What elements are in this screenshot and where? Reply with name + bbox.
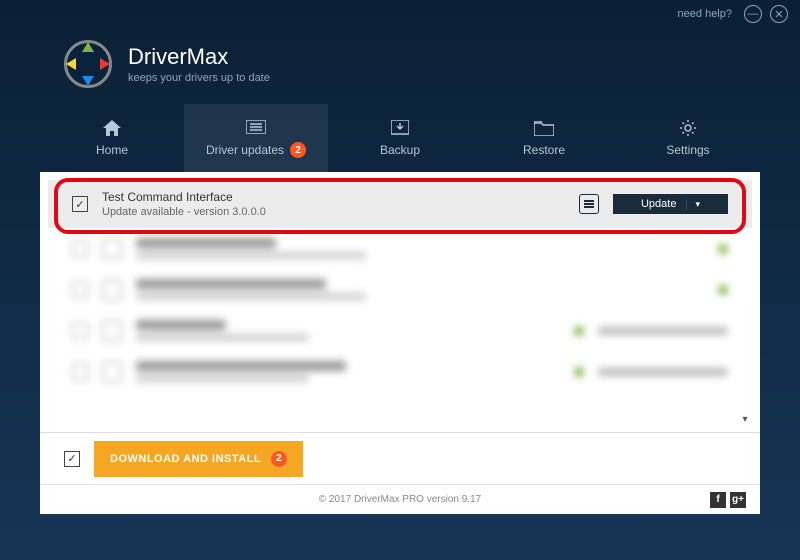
tab-label: Restore: [523, 143, 565, 157]
main-tabs: Home Driver updates 2 Backup Restore Set…: [0, 104, 800, 172]
app-title: DriverMax: [128, 44, 270, 70]
action-footer: ✓ DOWNLOAD AND INSTALL 2: [40, 432, 760, 484]
app-logo-icon: [64, 40, 112, 88]
tab-label: Backup: [380, 143, 420, 157]
tab-restore[interactable]: Restore: [472, 104, 616, 172]
driver-list: ✓ Test Command Interface Update availabl…: [48, 180, 752, 428]
details-icon[interactable]: [579, 194, 599, 214]
brand-header: DriverMax keeps your drivers up to date: [0, 28, 800, 104]
tab-backup[interactable]: Backup: [328, 104, 472, 172]
tab-driver-updates[interactable]: Driver updates 2: [184, 104, 328, 172]
chevron-down-icon[interactable]: ▾: [686, 199, 700, 210]
driver-row-blurred: [48, 310, 752, 351]
update-button-label: Update: [641, 198, 676, 210]
driver-status: Update available - version 3.0.0.0: [102, 206, 565, 218]
status-bar: © 2017 DriverMax PRO version 9.17 f g+: [40, 484, 760, 514]
minimize-button[interactable]: —: [744, 5, 762, 23]
tab-home[interactable]: Home: [40, 104, 184, 172]
tab-settings[interactable]: Settings: [616, 104, 760, 172]
copyright-text: © 2017 DriverMax PRO version 9.17: [319, 494, 481, 505]
driver-name: Test Command Interface: [102, 190, 565, 204]
facebook-icon[interactable]: f: [710, 492, 726, 508]
help-link[interactable]: need help?: [678, 8, 732, 20]
googleplus-icon[interactable]: g+: [730, 492, 746, 508]
driver-row-blurred: [48, 228, 752, 269]
gear-icon: [678, 119, 698, 137]
driver-row-blurred: [48, 269, 752, 310]
driver-row[interactable]: ✓ Test Command Interface Update availabl…: [48, 180, 752, 228]
close-button[interactable]: ✕: [770, 5, 788, 23]
download-label: DOWNLOAD AND INSTALL: [110, 453, 261, 465]
updates-badge: 2: [290, 142, 306, 158]
update-button[interactable]: Update ▾: [613, 194, 728, 214]
select-all-checkbox[interactable]: ✓: [64, 451, 80, 467]
app-tagline: keeps your drivers up to date: [128, 72, 270, 84]
folder-icon: [534, 119, 554, 137]
titlebar: need help? — ✕: [0, 0, 800, 28]
checkbox-icon[interactable]: ✓: [72, 196, 88, 212]
tab-label: Driver updates: [206, 143, 284, 157]
download-install-button[interactable]: DOWNLOAD AND INSTALL 2: [94, 441, 303, 477]
tab-label: Home: [96, 143, 128, 157]
tab-label: Settings: [666, 143, 709, 157]
driver-row-blurred: [48, 351, 752, 392]
home-icon: [102, 119, 122, 137]
download-badge: 2: [271, 451, 287, 467]
content-panel: ▴ ▾ ✓ Test Command Interface Update avai…: [40, 172, 760, 484]
backup-icon: [390, 119, 410, 137]
list-icon: [246, 118, 266, 136]
